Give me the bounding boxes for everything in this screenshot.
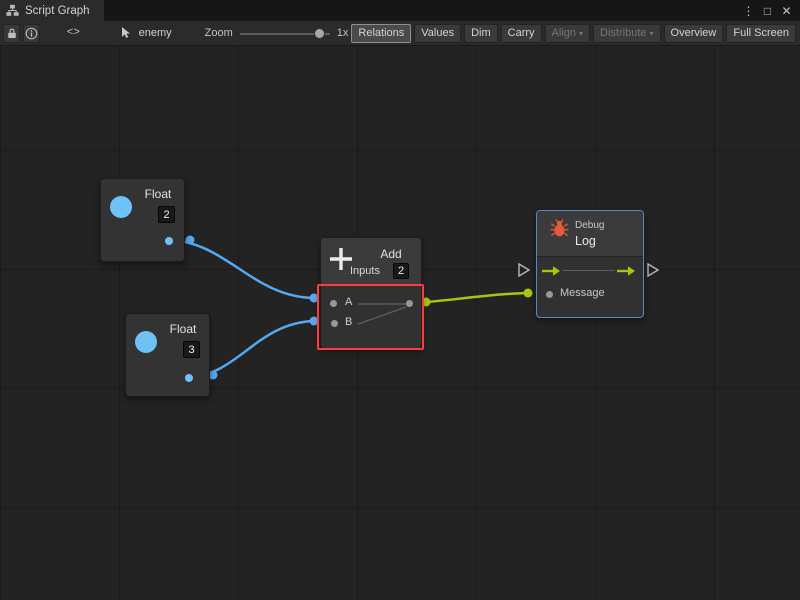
node-float-2[interactable]: Float 3 [125,313,210,397]
button-label: Carry [508,27,535,39]
toolbar-button-fullscreen[interactable]: Full Screen [726,24,796,43]
relations-lines [321,286,423,350]
info-icon [25,27,38,40]
flow-in-arrow-icon[interactable] [542,265,561,277]
toolbar-buttons: Relations Values Dim Carry Align▾ Distri… [351,24,797,43]
input-port-a[interactable] [330,300,337,307]
zoom-value: 1x [337,27,349,39]
flow-out-arrow-icon[interactable] [617,265,636,277]
toolbar-button-values[interactable]: Values [414,24,461,43]
input-port-b[interactable] [331,320,338,327]
edge-endpoint-dot[interactable] [186,236,195,245]
button-label: Relations [358,27,404,39]
window-controls: ⋮ □ ✕ [740,0,800,21]
button-label: Dim [471,27,491,39]
maximize-icon[interactable]: □ [759,4,776,18]
unity-window: Script Graph ⋮ □ ✕ <> [0,0,800,600]
inputs-label: Inputs [350,265,380,277]
float-value-field[interactable]: 2 [158,206,175,223]
node-category: Debug [575,220,604,231]
bug-icon [550,219,569,238]
toolbar-button-distribute[interactable]: Distribute ▾ [593,24,660,43]
edge-float1-to-add-a[interactable] [168,240,314,298]
toolbar-button-carry[interactable]: Carry [501,24,542,43]
chevron-down-icon: ▾ [579,29,583,38]
port-label-b: B [345,316,352,328]
button-label: Distribute [600,27,646,39]
inputs-count-field[interactable]: 2 [393,263,409,279]
zoom-slider[interactable] [240,24,330,43]
node-add[interactable]: Add Inputs 2 A B [320,237,422,349]
graph-pointer-icon [121,27,133,39]
tab-title: Script Graph [25,5,90,17]
node-title: Float [160,322,206,336]
button-label: Values [421,27,454,39]
info-button[interactable] [23,24,40,43]
lock-button[interactable] [3,24,20,43]
edge-endpoint-dot[interactable] [310,294,319,303]
message-input-port[interactable] [546,291,553,298]
node-debug-log[interactable]: Debug Log Message [536,210,644,318]
zoom-slider-handle[interactable] [314,28,325,39]
button-label: Align [552,27,576,39]
graph-name-label: enemy [139,27,172,39]
button-label: Overview [671,27,717,39]
relations-line [563,270,615,271]
flow-input-triangle[interactable] [519,264,529,276]
edge-add-to-log-message[interactable] [410,293,528,303]
output-port-sum[interactable] [406,300,413,307]
edge-endpoint-dot[interactable] [310,317,319,326]
node-float-1[interactable]: Float 2 [100,178,185,262]
float-value-field[interactable]: 3 [183,341,200,358]
tab-script-graph[interactable]: Script Graph [0,0,104,21]
menu-kebab-icon[interactable]: ⋮ [740,4,757,18]
node-title: Float [135,187,181,201]
float-output-port[interactable] [165,237,173,245]
script-graph-icon [6,4,19,17]
code-view-icon: <> [67,27,80,39]
zoom-label: Zoom [205,27,233,39]
edge-endpoint-dot[interactable] [524,289,533,298]
float-output-port[interactable] [185,374,193,382]
toolbar-button-align[interactable]: Align▾ [545,24,590,43]
close-icon[interactable]: ✕ [778,4,795,18]
float-type-icon [135,331,157,353]
message-port-label: Message [560,287,605,299]
code-view-button[interactable]: <> [65,24,82,43]
float-type-icon [110,196,132,218]
flow-output-triangle[interactable] [648,264,658,276]
graph-toolbar: <> enemy Zoom 1x Relations Values Dim Ca… [0,21,800,46]
graph-breadcrumb[interactable]: enemy [121,27,172,39]
toolbar-button-relations[interactable]: Relations [351,24,411,43]
lock-icon [6,27,18,40]
titlebar: Script Graph ⋮ □ ✕ [0,0,800,21]
zoom-control: Zoom 1x [205,24,349,43]
node-title: Log [575,234,596,248]
toolbar-button-dim[interactable]: Dim [464,24,498,43]
graph-canvas[interactable]: Float 2 Float 3 Add Inputs 2 A [0,46,800,600]
chevron-down-icon: ▾ [650,29,654,38]
node-title: Add [367,247,415,261]
toolbar-button-overview[interactable]: Overview [664,24,724,43]
button-label: Full Screen [733,27,789,39]
port-label-a: A [345,296,352,308]
